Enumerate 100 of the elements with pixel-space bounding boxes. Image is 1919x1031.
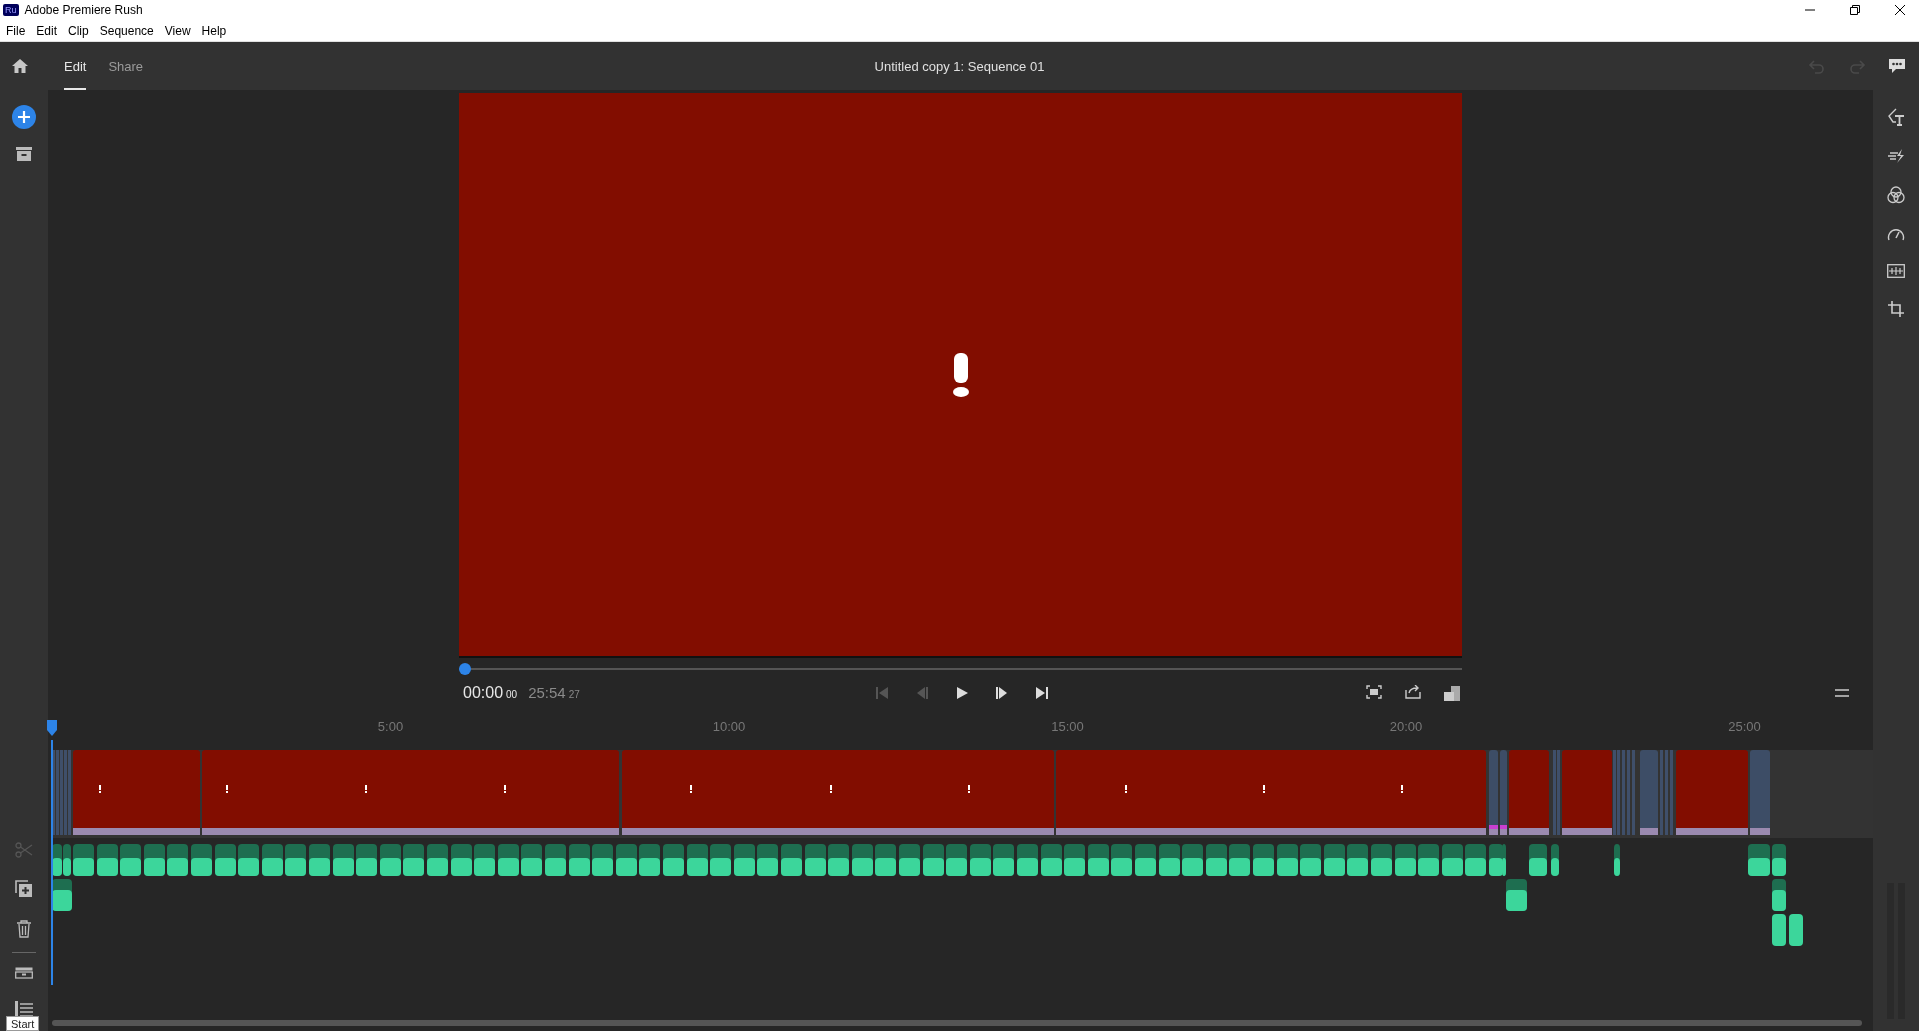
play-icon[interactable]: [954, 686, 969, 700]
audio-clip[interactable]: [1206, 844, 1227, 876]
audio-clip[interactable]: [1041, 844, 1062, 876]
audio-clip[interactable]: [1253, 844, 1274, 876]
audio-clip[interactable]: [757, 844, 778, 876]
video-clip[interactable]: [1627, 750, 1630, 835]
audio-clip[interactable]: [592, 844, 613, 876]
title-clip[interactable]: [1750, 750, 1770, 835]
audio-clip[interactable]: [356, 844, 377, 876]
scrollbar[interactable]: [52, 1020, 1862, 1026]
color-icon[interactable]: [1887, 186, 1905, 204]
audio-clip[interactable]: [215, 844, 236, 876]
go-to-end-icon[interactable]: [1034, 686, 1049, 700]
audio-clip[interactable]: [828, 844, 849, 876]
audio-clip[interactable]: [309, 844, 330, 876]
title-clip[interactable]: [1489, 750, 1498, 835]
audio-clip[interactable]: [899, 844, 920, 876]
audio-clip[interactable]: [970, 844, 991, 876]
export-icon[interactable]: [1405, 685, 1421, 699]
archive-icon[interactable]: [16, 147, 32, 161]
audio-clip[interactable]: [734, 844, 755, 876]
audio-clip[interactable]: [1418, 844, 1439, 876]
track-icon[interactable]: [15, 967, 33, 979]
audio-clip[interactable]: [1465, 844, 1486, 876]
home-icon[interactable]: [11, 58, 29, 74]
audio-clip[interactable]: [993, 844, 1014, 876]
audio-clip[interactable]: [52, 844, 62, 876]
video-clip[interactable]: [1660, 750, 1663, 835]
video-clip[interactable]: [64, 750, 67, 835]
audio-clip[interactable]: [923, 844, 944, 876]
video-clip[interactable]: [60, 750, 63, 835]
audio-clip[interactable]: [1371, 844, 1392, 876]
audio-clip[interactable]: [545, 844, 566, 876]
tab[interactable]: Edit: [64, 42, 87, 90]
trash-icon[interactable]: [16, 920, 32, 938]
audio-clip[interactable]: [521, 844, 542, 876]
audio-clip[interactable]: [1614, 844, 1620, 876]
audio-clip[interactable]: [569, 844, 590, 876]
audio-clip[interactable]: [238, 844, 259, 876]
audio-clip[interactable]: [1772, 914, 1786, 946]
audio-clip[interactable]: [403, 844, 424, 876]
add-media-button[interactable]: [12, 105, 36, 129]
audio-clip[interactable]: [710, 844, 731, 876]
audio-clip[interactable]: [805, 844, 826, 876]
video-clip[interactable]: [1617, 750, 1620, 835]
audio-clip[interactable]: [946, 844, 967, 876]
menu-item[interactable]: Help: [201, 23, 227, 38]
video-clip[interactable]: [1553, 750, 1556, 835]
menu-icon[interactable]: [1835, 689, 1849, 697]
menu-item[interactable]: Clip: [68, 23, 89, 38]
audio-clip[interactable]: [1017, 844, 1038, 876]
duplicate-icon[interactable]: [15, 880, 33, 898]
video-clip[interactable]: [1562, 750, 1612, 835]
audio-clip[interactable]: [380, 844, 401, 876]
audio-icon[interactable]: [1887, 264, 1905, 278]
audio-clip[interactable]: [285, 844, 306, 876]
audio-clip[interactable]: [73, 844, 94, 876]
audio-clip[interactable]: [63, 844, 71, 876]
video-clip[interactable]: [1056, 750, 1486, 835]
menu-item[interactable]: File: [6, 23, 26, 38]
audio-clip[interactable]: [1088, 844, 1109, 876]
audio-clip[interactable]: [451, 844, 472, 876]
tab[interactable]: Share: [108, 42, 144, 90]
audio-clip[interactable]: [1159, 844, 1180, 876]
speed-icon[interactable]: [1887, 226, 1905, 242]
audio-clip[interactable]: [1300, 844, 1321, 876]
audio-clip[interactable]: [1277, 844, 1298, 876]
video-clip[interactable]: [73, 750, 200, 835]
video-clip[interactable]: [1622, 750, 1625, 835]
video-clip[interactable]: [1676, 750, 1748, 835]
audio-clip[interactable]: [498, 844, 519, 876]
restore-icon[interactable]: [1849, 4, 1861, 16]
audio-clip[interactable]: [52, 879, 72, 911]
audio-clip[interactable]: [1551, 844, 1559, 876]
audio-clip[interactable]: [427, 844, 448, 876]
scrubber-thumb[interactable]: [459, 663, 471, 675]
video-clip[interactable]: [1670, 750, 1673, 835]
audio-clip[interactable]: [120, 844, 141, 876]
video-clip[interactable]: [622, 750, 1054, 835]
audio-clip[interactable]: [333, 844, 354, 876]
audio-clip[interactable]: [1772, 844, 1786, 876]
audio-clip[interactable]: [1502, 844, 1506, 876]
video-clip[interactable]: [1613, 750, 1616, 835]
audio-clip[interactable]: [1489, 844, 1503, 876]
close-icon[interactable]: [1894, 4, 1906, 16]
audio-clip[interactable]: [852, 844, 873, 876]
video-clip[interactable]: [1665, 750, 1668, 835]
audio-clip[interactable]: [1324, 844, 1345, 876]
audio-clip[interactable]: [1347, 844, 1368, 876]
video-clip[interactable]: [1509, 750, 1549, 835]
audio-clip[interactable]: [781, 844, 802, 876]
scrubber-track[interactable]: [459, 662, 1462, 676]
audio-clip[interactable]: [616, 844, 637, 876]
audio-clip[interactable]: [167, 844, 188, 876]
audio-clip[interactable]: [97, 844, 118, 876]
audio-clip[interactable]: [262, 844, 283, 876]
audio-clip[interactable]: [663, 844, 684, 876]
text-icon[interactable]: [1887, 108, 1905, 126]
transition-icon[interactable]: [1887, 148, 1905, 164]
step-forward-icon[interactable]: [994, 686, 1009, 700]
